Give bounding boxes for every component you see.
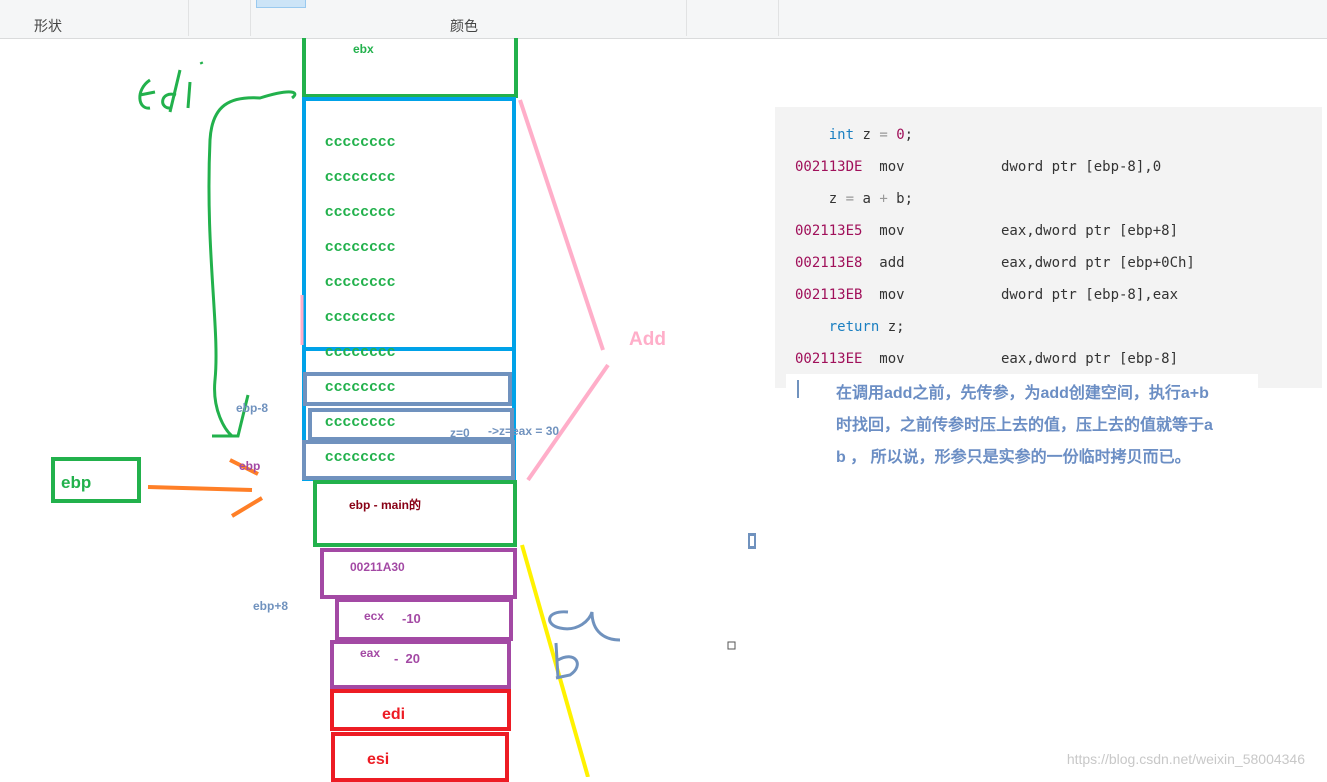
asm-line: 002113EE mov eax,dword ptr [ebp-8] bbox=[795, 351, 1179, 367]
disassembly-panel: int z = 0; 002113DE mov dword ptr [ebp-8… bbox=[775, 107, 1322, 388]
explanation-text: 在调用add之前，先传参，为add创建空间，执行a+b时找回，之前传参时压上去的… bbox=[836, 385, 1213, 466]
ebp-plus-8-label: ebp+8 bbox=[253, 599, 289, 613]
z-initial-label: z=0 bbox=[450, 426, 470, 440]
add-frame-label: Add bbox=[629, 329, 666, 350]
edi-arrow bbox=[207, 90, 297, 438]
explanation-note: 在调用add之前，先传参，为add创建空间，执行a+b时找回，之前传参时压上去的… bbox=[786, 374, 1258, 528]
asm-line: 002113E5 mov eax,dword ptr [ebp+8] bbox=[795, 223, 1179, 239]
z-result-label: ->z=eax = 30 bbox=[488, 424, 560, 438]
a-handwriting bbox=[548, 610, 621, 642]
asm-line: 002113DE mov dword ptr [ebp-8],0 bbox=[795, 159, 1162, 175]
b-handwriting bbox=[554, 642, 579, 680]
add-frame-bracket bbox=[518, 99, 610, 482]
resize-handle-icon bbox=[727, 641, 736, 650]
ebp-small-label: ebp bbox=[239, 459, 261, 473]
edi-handwriting bbox=[138, 61, 204, 113]
asm-line: 002113E8 add eax,dword ptr [ebp+0Ch] bbox=[795, 255, 1195, 271]
ebp-minus-8-label: ebp-8 bbox=[236, 401, 269, 415]
quote-bar bbox=[797, 380, 799, 398]
watermark: https://blog.csdn.net/weixin_58004346 bbox=[1066, 751, 1305, 767]
asm-line: 002113EB mov dword ptr [ebp-8],eax bbox=[795, 287, 1179, 303]
